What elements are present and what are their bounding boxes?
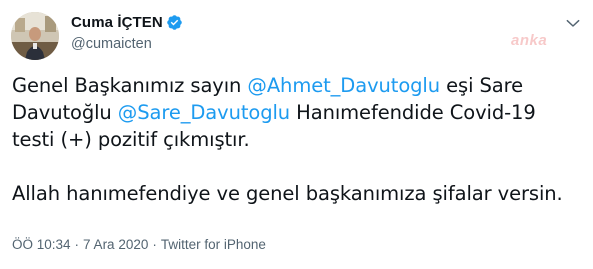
tweet-text-segment: Genel Başkanımız sayın	[12, 74, 248, 97]
meta-separator: ·	[152, 237, 157, 252]
tweet-line: Davutoğlu @Sare_Davutoglu Hanımefendide …	[12, 99, 587, 126]
tweet-text-segment: testi (+) pozitif çıkmıştır.	[12, 128, 250, 151]
chevron-down-icon	[566, 19, 580, 27]
mention-link[interactable]: @Ahmet_Davutoglu	[247, 74, 440, 97]
more-options-button[interactable]	[562, 14, 584, 32]
tweet-source[interactable]: Twitter for iPhone	[161, 236, 266, 254]
author-block[interactable]: Cuma İÇTEN @cumaicten	[71, 12, 183, 54]
author-display-name[interactable]: Cuma İÇTEN	[71, 14, 163, 31]
author-handle[interactable]: @cumaicten	[71, 34, 183, 54]
verified-badge-icon	[166, 14, 183, 31]
tweet-text-segment: Allah hanımefendiye ve genel başkanımıza…	[12, 182, 563, 205]
tweet-text: Genel Başkanımız sayın @Ahmet_Davutoglu …	[12, 72, 587, 207]
tweet-meta: ÖÖ 10:34 · 7 Ara 2020 · Twitter for iPho…	[12, 236, 266, 254]
watermark-logo: anka	[511, 32, 548, 49]
tweet-text-segment: Hanımefendide Covid-19	[290, 101, 536, 124]
avatar-image	[11, 12, 59, 60]
tweet-line: testi (+) pozitif çıkmıştır.	[12, 126, 587, 153]
tweet-card: Cuma İÇTEN @cumaicten anka Genel Başkanı…	[0, 0, 593, 269]
tweet-text-segment: Davutoğlu	[12, 101, 118, 124]
author-name-row: Cuma İÇTEN	[71, 12, 183, 32]
mention-link[interactable]: @Sare_Davutoglu	[118, 101, 290, 124]
tweet-line: Allah hanımefendiye ve genel başkanımıza…	[12, 180, 587, 207]
meta-separator: ·	[74, 237, 80, 252]
tweet-text-segment: eşi Sare	[440, 74, 523, 97]
tweet-line: Genel Başkanımız sayın @Ahmet_Davutoglu …	[12, 72, 587, 99]
tweet-time[interactable]: ÖÖ 10:34	[12, 236, 71, 254]
tweet-date[interactable]: 7 Ara 2020	[83, 236, 148, 254]
avatar[interactable]	[11, 12, 59, 60]
